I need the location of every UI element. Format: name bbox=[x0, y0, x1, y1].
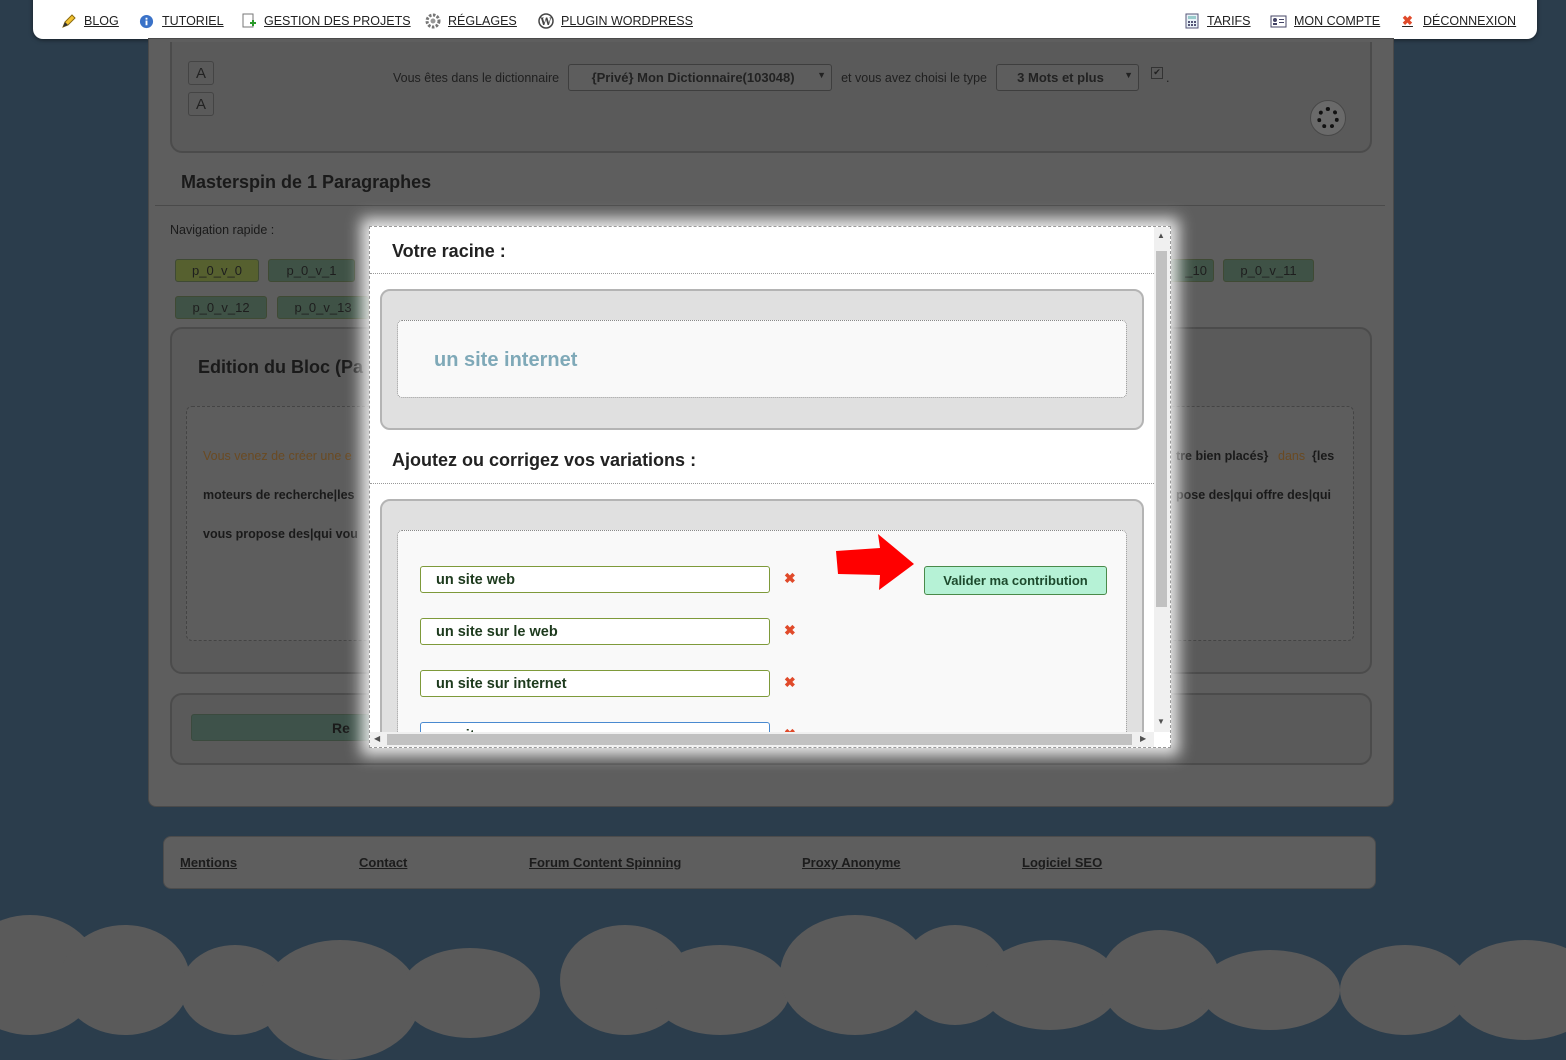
nav-tutoriel[interactable]: TUTORIEL bbox=[138, 11, 224, 31]
root-title: Votre racine : bbox=[392, 241, 506, 261]
wordpress-icon: W bbox=[537, 13, 554, 30]
top-navbar: BLOG TUTORIEL GESTION DES PROJETS RÉGLAG… bbox=[33, 0, 1537, 39]
root-box: un site internet bbox=[380, 289, 1144, 430]
nav-blog[interactable]: BLOG bbox=[60, 11, 119, 31]
footer-link-forum[interactable]: Forum Content Spinning bbox=[529, 855, 681, 870]
nav-plugin-wordpress[interactable]: W PLUGIN WORDPRESS bbox=[537, 11, 693, 31]
editor-text: pose des|qui offre des|qui bbox=[1176, 488, 1331, 502]
add-document-icon bbox=[240, 13, 257, 30]
scroll-right-icon[interactable]: ▶ bbox=[1140, 734, 1146, 743]
chevron-down-icon: ▼ bbox=[1124, 70, 1134, 80]
gear-icon bbox=[424, 13, 441, 30]
editor-text: Vous venez de créer une e bbox=[203, 449, 352, 463]
footer: Mentions Contact Forum Content Spinning … bbox=[163, 836, 1376, 889]
submit-contribution-button[interactable]: Valider ma contribution bbox=[924, 566, 1107, 595]
pencil-icon bbox=[60, 13, 77, 30]
scroll-left-icon[interactable]: ◀ bbox=[374, 734, 380, 743]
chevron-down-icon: ▼ bbox=[817, 70, 827, 80]
editor-text: vous propose des|qui vou bbox=[203, 527, 358, 541]
editor-text: tre bien placés} bbox=[1176, 449, 1269, 463]
scrollbar-thumb[interactable] bbox=[1156, 251, 1167, 607]
scroll-down-icon[interactable]: ▼ bbox=[1157, 717, 1165, 726]
editor-text: dans bbox=[1278, 449, 1306, 463]
quick-nav-chip[interactable]: p_0_v_0 bbox=[175, 259, 259, 282]
quick-nav-chip[interactable]: p_0_v_13 bbox=[277, 296, 369, 319]
scrollbar-thumb[interactable] bbox=[387, 734, 1132, 745]
dictionary-panel bbox=[170, 42, 1372, 153]
nav-tarifs[interactable]: TARIFS bbox=[1183, 11, 1251, 31]
scroll-up-icon[interactable]: ▲ bbox=[1157, 231, 1165, 240]
horizontal-scrollbar[interactable]: ◀ ▶ bbox=[370, 732, 1154, 747]
nav-reglages[interactable]: RÉGLAGES bbox=[424, 11, 517, 31]
divider bbox=[370, 273, 1154, 274]
nav-gestion-projets[interactable]: GESTION DES PROJETS bbox=[240, 11, 411, 31]
variation-input[interactable]: un site web bbox=[420, 566, 770, 593]
quick-nav-chip[interactable]: p_0_v_12 bbox=[175, 296, 267, 319]
variations-title: Ajoutez ou corrigez vos variations : bbox=[392, 450, 697, 470]
regenerate-button[interactable]: Re bbox=[191, 714, 371, 741]
quick-nav-chip[interactable]: p_0_v_11 bbox=[1223, 259, 1314, 282]
font-increase-icon[interactable]: A bbox=[188, 61, 214, 85]
dictionary-select[interactable]: {Privé} Mon Dictionnaire(103048) ▼ bbox=[568, 64, 833, 91]
divider bbox=[370, 483, 1154, 484]
delete-icon[interactable]: ✖ bbox=[784, 674, 796, 691]
calculator-icon bbox=[1183, 13, 1200, 30]
footer-link-logiciel[interactable]: Logiciel SEO bbox=[1022, 855, 1102, 870]
root-value: un site internet bbox=[434, 349, 578, 371]
variation-input[interactable]: un site sur le web bbox=[420, 618, 770, 645]
variations-list: un site web ✖ Valider ma contribution un… bbox=[397, 530, 1127, 747]
quick-nav-label: Navigation rapide : bbox=[170, 223, 275, 237]
font-decrease-icon[interactable]: A bbox=[188, 92, 214, 116]
arrow-annotation-icon bbox=[836, 534, 914, 590]
edition-title: Edition du Bloc (Pa bbox=[198, 357, 363, 377]
variations-box: un site web ✖ Valider ma contribution un… bbox=[380, 499, 1144, 747]
editor-text: {les bbox=[1312, 449, 1335, 463]
section-title: Masterspin de 1 Paragraphes bbox=[181, 172, 432, 192]
divider bbox=[155, 205, 1385, 206]
editor-text: moteurs de recherche|les bbox=[203, 488, 355, 502]
dictionary-line: Vous êtes dans le dictionnaire {Privé} M… bbox=[393, 64, 1170, 91]
delete-icon[interactable]: ✖ bbox=[784, 622, 796, 639]
nav-mon-compte[interactable]: MON COMPTE bbox=[1270, 11, 1380, 31]
info-icon bbox=[138, 13, 155, 30]
type-select[interactable]: 3 Mots et plus ▼ bbox=[996, 64, 1140, 91]
root-value-box: un site internet bbox=[397, 320, 1127, 398]
footer-link-contact[interactable]: Contact bbox=[359, 855, 407, 870]
close-icon: ✖ bbox=[1402, 13, 1413, 28]
nav-deconnexion[interactable]: ✖ DÉCONNEXION bbox=[1399, 11, 1516, 31]
svg-text:W: W bbox=[539, 17, 552, 28]
loading-spinner-icon bbox=[1310, 100, 1346, 136]
type-checkbox[interactable]: ✔ bbox=[1151, 66, 1164, 79]
delete-icon[interactable]: ✖ bbox=[784, 570, 796, 587]
id-card-icon bbox=[1270, 13, 1287, 30]
quick-nav-chip[interactable]: p_0_v_1 bbox=[268, 259, 355, 282]
vertical-scrollbar[interactable]: ▲ ▼ bbox=[1154, 227, 1170, 732]
footer-link-mentions[interactable]: Mentions bbox=[180, 855, 237, 870]
variations-modal: Votre racine : un site internet Ajoutez … bbox=[369, 226, 1171, 748]
variation-input[interactable]: un site sur internet bbox=[420, 670, 770, 697]
footer-link-proxy[interactable]: Proxy Anonyme bbox=[802, 855, 901, 870]
